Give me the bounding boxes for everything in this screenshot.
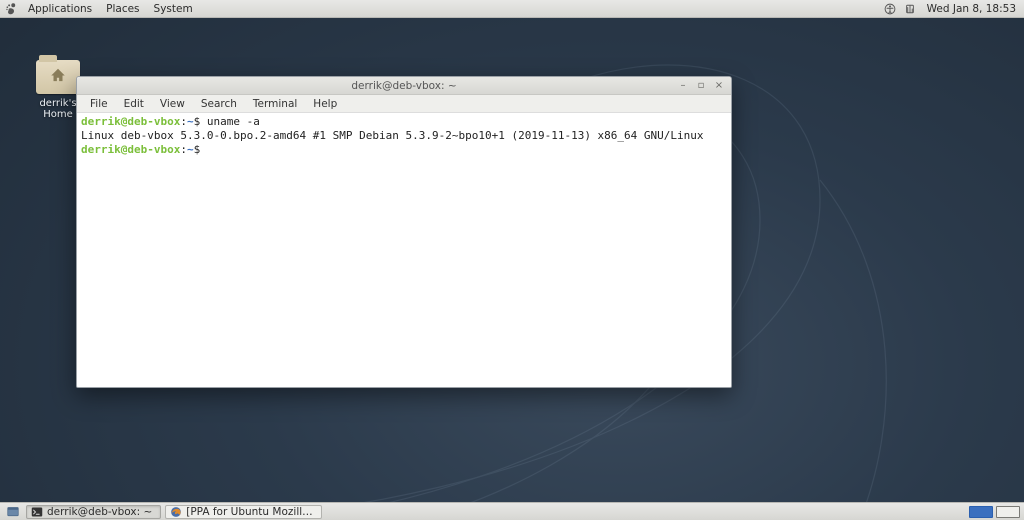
taskbar-item[interactable]: [PPA for Ubuntu Mozill… [165,505,321,519]
menu-file[interactable]: File [83,96,115,112]
terminal-window[interactable]: derrik@deb-vbox: ~ – ▫ × File Edit View … [76,76,732,388]
window-close-button[interactable]: × [713,80,725,92]
prompt-symbol: $ [194,115,201,128]
folder-icon [36,60,80,94]
network-icon[interactable] [903,2,917,16]
taskbar-item-label: derrik@deb-vbox: ~ [47,506,152,518]
terminal-command: uname -a [207,115,260,128]
prompt-symbol: $ [194,143,201,156]
gnome-foot-icon[interactable] [4,2,18,16]
menu-help[interactable]: Help [306,96,344,112]
prompt-user: derrik@deb-vbox [81,115,180,128]
show-desktop-button[interactable] [4,505,22,519]
accessibility-icon[interactable] [883,2,897,16]
menu-system[interactable]: System [148,1,199,17]
terminal-icon [31,506,43,518]
menu-applications[interactable]: Applications [22,1,98,17]
prompt-user: derrik@deb-vbox [81,143,180,156]
home-icon [49,67,67,88]
menu-view[interactable]: View [153,96,192,112]
menu-places[interactable]: Places [100,1,145,17]
top-panel-menus: Applications Places System [22,1,199,17]
taskbar: derrik@deb-vbox: ~ [PPA for Ubuntu Mozill… [26,505,322,519]
prompt-path: ~ [187,115,194,128]
bottom-panel: derrik@deb-vbox: ~ [PPA for Ubuntu Mozill… [0,502,1024,520]
menu-search[interactable]: Search [194,96,244,112]
clock[interactable]: Wed Jan 8, 18:53 [923,3,1020,15]
menu-edit[interactable]: Edit [117,96,151,112]
workspace-1[interactable] [969,506,993,518]
window-controls: – ▫ × [677,80,731,92]
window-title: derrik@deb-vbox: ~ [77,80,731,92]
workspace-2[interactable] [996,506,1020,518]
window-minimize-button[interactable]: – [677,80,689,92]
terminal-menubar: File Edit View Search Terminal Help [77,95,731,113]
terminal-body[interactable]: derrik@deb-vbox:~$ uname -a Linux deb-vb… [77,113,731,387]
taskbar-item[interactable]: derrik@deb-vbox: ~ [26,505,161,519]
top-panel: Applications Places System Wed Jan 8, 18… [0,0,1024,18]
workspace-switcher [969,506,1020,518]
window-maximize-button[interactable]: ▫ [695,80,707,92]
terminal-output: Linux deb-vbox 5.3.0-0.bpo.2-amd64 #1 SM… [81,129,704,142]
firefox-icon [170,506,182,518]
top-panel-tray: Wed Jan 8, 18:53 [883,2,1020,16]
taskbar-item-label: [PPA for Ubuntu Mozill… [186,506,312,518]
prompt-path: ~ [187,143,194,156]
bottom-panel-right [969,506,1020,518]
window-titlebar[interactable]: derrik@deb-vbox: ~ – ▫ × [77,77,731,95]
menu-terminal[interactable]: Terminal [246,96,304,112]
